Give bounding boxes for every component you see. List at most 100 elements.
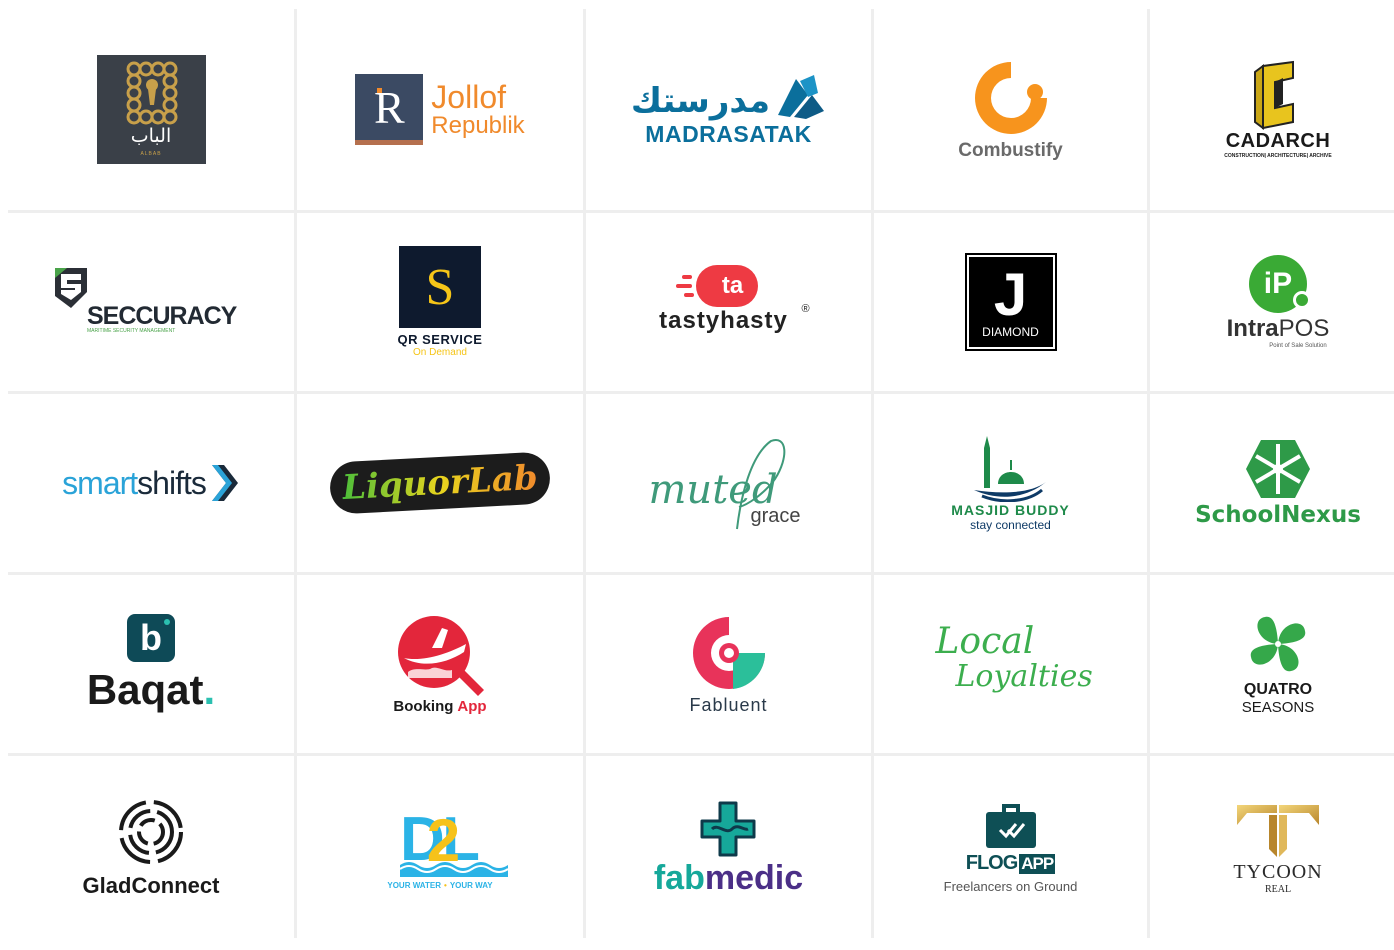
baqat-mark: b — [127, 614, 175, 662]
logo-card-schoolnexus[interactable]: SchoolNexus — [1150, 394, 1394, 572]
d2l-mark: D 2 L — [399, 808, 508, 877]
briefcase-check-icon — [985, 804, 1036, 848]
localloyalties-line1: Local — [935, 621, 1035, 662]
logo-card-quatro[interactable]: QUATRO SEASONS — [1150, 575, 1394, 753]
logo-card-madrasatak[interactable]: مدرستك MADRASATAK — [586, 9, 871, 210]
fabluent-name: Fabluent — [689, 694, 768, 715]
masjidbuddy-logo: MASJID BUDDY stay connected — [951, 434, 1070, 532]
logo-card-diamond[interactable]: J DIAMOND — [874, 213, 1147, 391]
masjidbuddy-tagline: stay connected — [970, 518, 1051, 532]
location-pin-icon — [692, 616, 765, 689]
jollof-line1: Jollof — [431, 78, 506, 115]
tastyhasty-speedline-1 — [681, 275, 692, 279]
diamond-name: DIAMOND — [982, 325, 1039, 339]
baqat-logo: b Baqat . — [87, 614, 215, 714]
gladconnect-logo: GladConnect — [83, 799, 219, 899]
d2l-tag-b: YOUR WAY — [449, 880, 493, 890]
concentric-circles-icon — [119, 800, 183, 864]
madrasatak-name: MADRASATAK — [645, 121, 812, 147]
cadarch-tagline: CONSTRUCTION| ARCHITECTURE| ARCHIVE — [1224, 153, 1332, 159]
schoolnexus-name: SchoolNexus — [1195, 502, 1361, 528]
bookingapp-name-a: Booking — [393, 697, 454, 715]
localloyalties-line2: Loyalties — [955, 659, 1093, 694]
mutedgrace-name: grace — [750, 505, 801, 527]
bookingapp-logo: Booking App — [392, 614, 488, 715]
book-icon — [778, 75, 825, 119]
logo-card-fabmedic[interactable]: fab medic — [586, 756, 871, 950]
fabmedic-name-b: medic — [704, 858, 804, 897]
logo-card-cadarch[interactable]: CADARCH CONSTRUCTION| ARCHITECTURE| ARCH… — [1150, 9, 1394, 210]
logo-card-intrapos[interactable]: iP Intra POS Point of Sale Solution — [1150, 213, 1394, 391]
diamond-mark: J — [993, 261, 1028, 328]
fabmedic-name-a: fab — [653, 858, 705, 897]
tycoon-name: TYCOON — [1233, 861, 1323, 883]
plane-search-icon — [398, 615, 484, 696]
logo-card-liquorlab[interactable]: LiquorLab — [297, 394, 583, 572]
fabmedic-logo: fab medic — [654, 801, 803, 898]
seccuracy-name: SECCURACY — [87, 302, 237, 330]
seccuracy-tagline: MARITIME SECURITY MANAGEMENT — [87, 328, 176, 334]
smartshifts-logo: smart shifts — [62, 465, 240, 502]
logo-card-seccuracy[interactable]: SECCURACY MARITIME SECURITY MANAGEMENT — [8, 213, 294, 391]
logo-card-gladconnect[interactable]: GladConnect — [8, 756, 294, 950]
shield-icon — [55, 268, 87, 308]
logo-grid: الباب ALBAB R Jollof Republik مدرستك MAD… — [8, 9, 1394, 950]
intrapos-tagline: Point of Sale Solution — [1269, 343, 1327, 349]
baqat-mark-dot — [164, 619, 170, 625]
logo-card-jollof[interactable]: R Jollof Republik — [297, 9, 583, 210]
tastyhasty-reg: ® — [801, 303, 810, 315]
quatro-line1: QUATRO — [1243, 680, 1313, 698]
fabluent-logo: Fabluent — [689, 613, 769, 716]
jollof-accent — [377, 88, 383, 93]
logo-card-albab[interactable]: الباب ALBAB — [8, 9, 294, 210]
qrservice-mark: S — [398, 246, 481, 328]
logo-card-localloyalties[interactable]: Local Loyalties — [874, 575, 1147, 753]
intrapos-logo: iP Intra POS Point of Sale Solution — [1226, 255, 1330, 349]
smartshifts-name-b: shifts — [137, 464, 207, 501]
intrapos-name-a: Intra — [1226, 315, 1279, 342]
smartshifts-name-a: smart — [62, 464, 138, 501]
albab-logo: الباب ALBAB — [96, 55, 206, 164]
diamond-logo: J DIAMOND — [964, 253, 1057, 351]
logo-card-masjidbuddy[interactable]: MASJID BUDDY stay connected — [874, 394, 1147, 572]
schoolnexus-logo: SchoolNexus — [1195, 438, 1361, 528]
mutedgrace-logo: muted grace — [649, 435, 809, 531]
cadarch-logo: CADARCH CONSTRUCTION| ARCHITECTURE| ARCH… — [1224, 60, 1332, 159]
madrasatak-logo: مدرستك MADRASATAK — [631, 71, 826, 148]
intrapos-mark: iP — [1248, 255, 1311, 313]
keyhole-icon — [126, 61, 177, 125]
intrapos-name-b: POS — [1278, 315, 1330, 342]
combustify-logo: Combustify — [958, 58, 1063, 162]
logo-card-smartshifts[interactable]: smart shifts — [8, 394, 294, 572]
logo-card-fabluent[interactable]: Fabluent — [586, 575, 871, 753]
quatro-logo: QUATRO SEASONS — [1242, 613, 1314, 716]
localloyalties-logo: Local Loyalties — [935, 621, 1093, 707]
baqat-name: Baqat — [86, 666, 204, 713]
logo-card-tastyhasty[interactable]: ta tastyhasty ® — [586, 213, 871, 391]
logo-card-baqat[interactable]: b Baqat . — [8, 575, 294, 753]
bookingapp-name-b: App — [457, 697, 487, 715]
tastyhasty-name: tastyhasty — [659, 307, 788, 334]
albab-arabic: الباب — [130, 125, 172, 147]
d2l-logo: D 2 L YOUR WATER • YOUR WAY — [387, 808, 508, 890]
logo-card-combustify[interactable]: Combustify — [874, 9, 1147, 210]
seccuracy-logo: SECCURACY MARITIME SECURITY MANAGEMENT — [53, 266, 249, 338]
logo-card-mutedgrace[interactable]: muted grace — [586, 394, 871, 572]
logo-card-d2l[interactable]: D 2 L YOUR WATER • YOUR WAY — [297, 756, 583, 950]
logo-card-qrservice[interactable]: S QR SERVICE On Demand — [297, 213, 583, 391]
jollof-logo: R Jollof Republik — [355, 74, 525, 145]
logo-card-tycoon[interactable]: TYCOON REAL — [1150, 756, 1394, 950]
flogapp-logo: FLOG APP Freelancers on Ground — [944, 802, 1077, 894]
masjidbuddy-name: MASJID BUDDY — [951, 502, 1070, 518]
medical-cross-icon — [700, 801, 756, 856]
tastyhasty-logo: ta tastyhasty ® — [644, 257, 814, 347]
flogapp-name-a: FLOG — [965, 852, 1019, 874]
logo-card-flogapp[interactable]: FLOG APP Freelancers on Ground — [874, 756, 1147, 950]
tastyhasty-badge: ta — [695, 265, 758, 307]
baqat-dot: . — [203, 666, 216, 713]
madrasatak-arabic: مدرستك — [630, 81, 771, 121]
logo-card-bookingapp[interactable]: Booking App — [297, 575, 583, 753]
flame-c-icon — [974, 61, 1047, 134]
combustify-name: Combustify — [958, 139, 1063, 161]
tastyhasty-speedline-2 — [675, 284, 692, 288]
